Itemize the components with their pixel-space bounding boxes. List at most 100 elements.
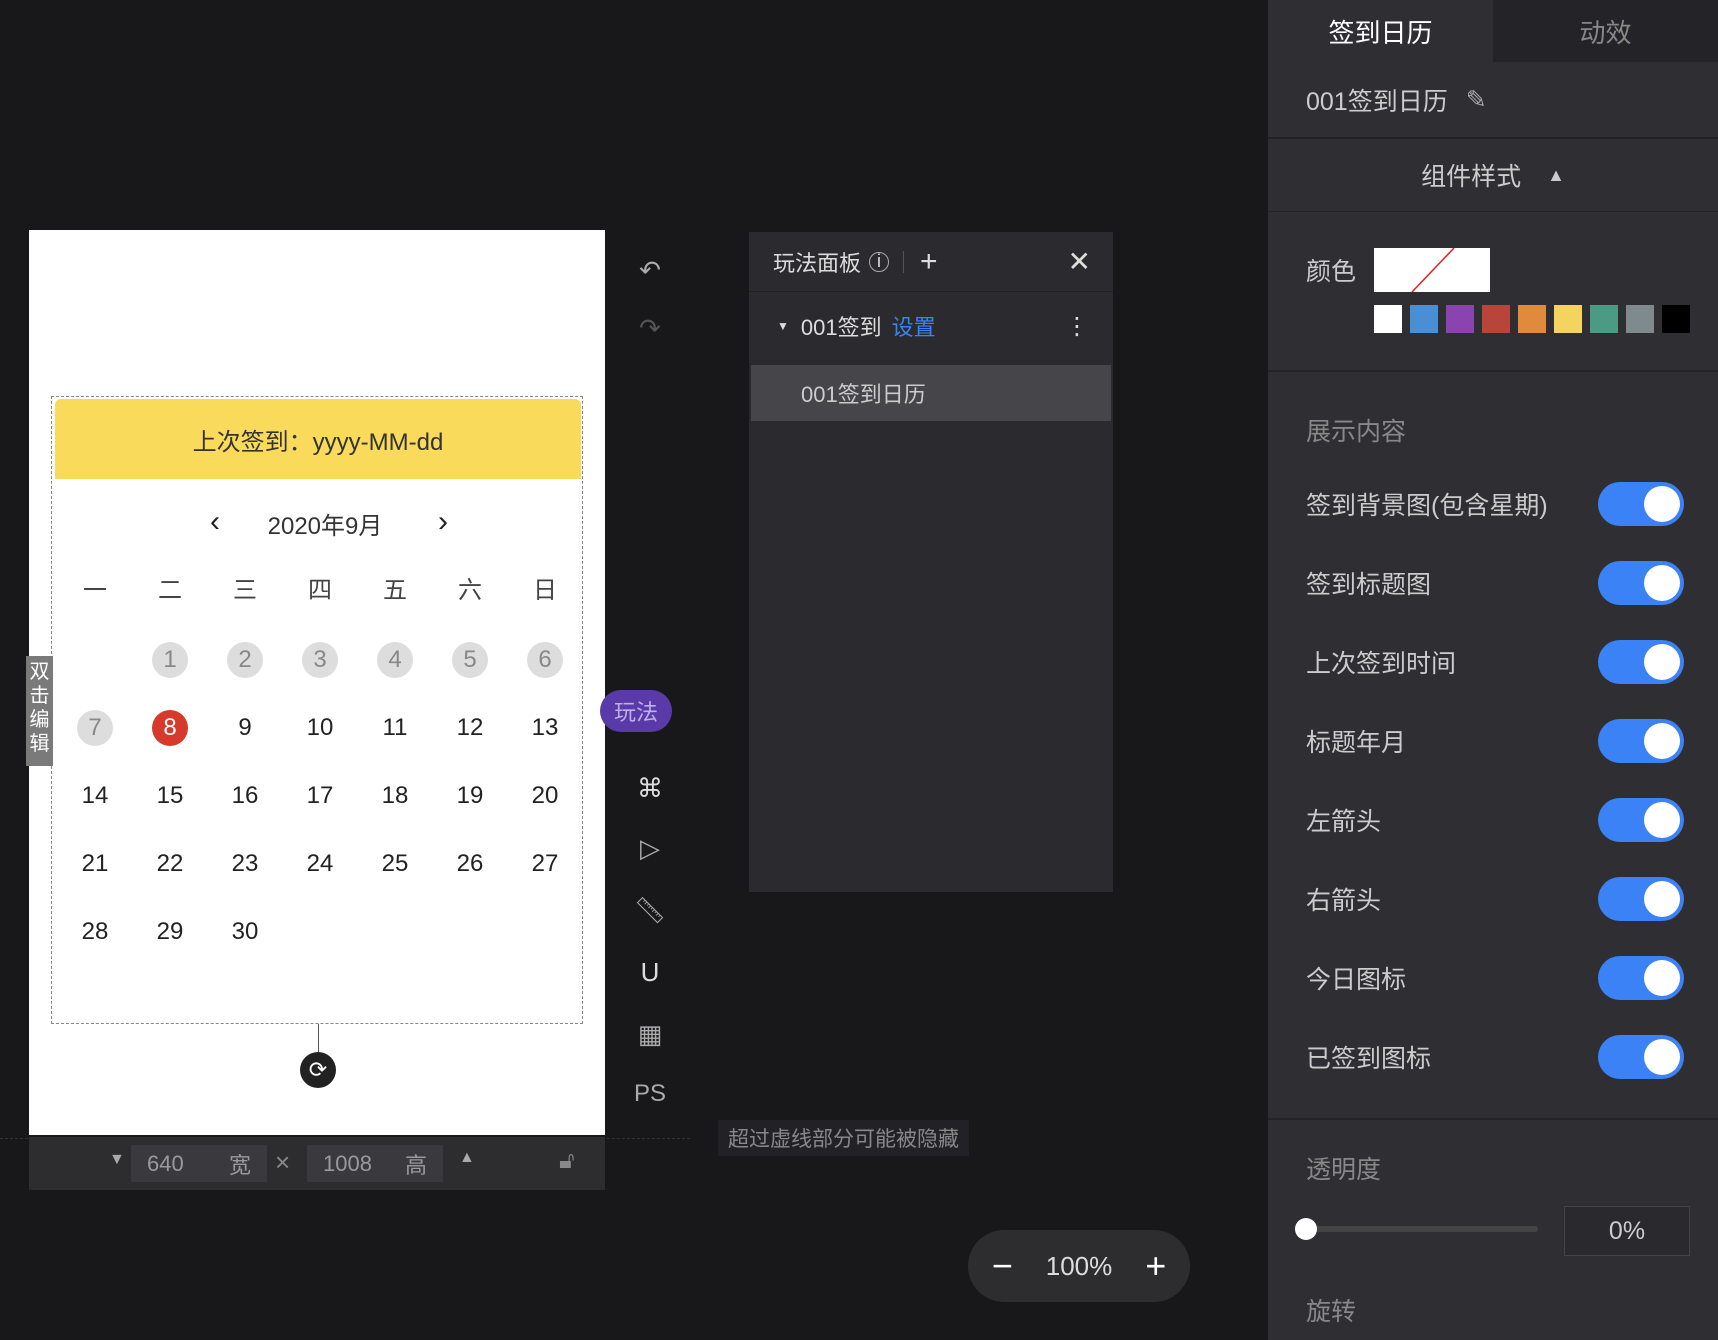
today-day-cell[interactable]: 8 [140, 708, 200, 748]
ps-tool[interactable]: PS [625, 1074, 675, 1114]
overflow-hint: 超过虚线部分可能被隐藏 [718, 1120, 969, 1156]
zoom-control: − 100% + [968, 1230, 1190, 1302]
opacity-input[interactable]: 0% [1564, 1206, 1690, 1256]
more-icon[interactable]: ⋮ [1065, 312, 1089, 341]
toggle-knob [1644, 723, 1680, 759]
header-divider [903, 250, 905, 273]
day-cell[interactable]: 26 [440, 844, 500, 884]
canvas-area: 上次签到：yyyy-MM-dd ‹ 2020年9月 › 一二三四五六日 1234… [0, 0, 1268, 1340]
toggle-switch[interactable] [1598, 482, 1684, 526]
day-cell[interactable]: 1 [140, 640, 200, 680]
day-cell[interactable]: 21 [65, 844, 125, 884]
day-cell[interactable]: 2 [215, 640, 275, 680]
close-icon[interactable]: ✕ [1068, 245, 1091, 278]
day-number: 10 [306, 714, 334, 741]
day-cell[interactable]: 4 [365, 640, 425, 680]
component-style-header[interactable]: 组件样式 ▲ [1268, 139, 1718, 211]
day-cell[interactable]: 27 [515, 844, 575, 884]
day-cell[interactable]: 14 [65, 776, 125, 816]
ruler-icon[interactable]: 📏︎ [625, 890, 675, 930]
undo-icon[interactable]: ↶ [625, 250, 675, 290]
day-cell[interactable]: 13 [515, 708, 575, 748]
play-item[interactable]: ▼ 001签到 设置 ⋮ [749, 292, 1113, 360]
color-picker-none[interactable] [1374, 248, 1490, 292]
collapse-caret-icon[interactable]: ▼ [777, 319, 789, 333]
day-cell[interactable]: 28 [65, 912, 125, 952]
day-cell[interactable]: 19 [440, 776, 500, 816]
day-cell[interactable]: 5 [440, 640, 500, 680]
day-number: 23 [231, 850, 259, 877]
day-cell[interactable]: 11 [365, 708, 425, 748]
day-cell[interactable]: 10 [290, 708, 350, 748]
day-cell[interactable]: 23 [215, 844, 275, 884]
toggle-switch[interactable] [1598, 877, 1684, 921]
day-cell[interactable]: 3 [290, 640, 350, 680]
day-number: 15 [156, 782, 184, 809]
day-cell[interactable]: 29 [140, 912, 200, 952]
day-cell[interactable]: 15 [140, 776, 200, 816]
play-icon[interactable]: ▷ [625, 828, 675, 868]
edit-pencil-icon[interactable]: ✎ [1466, 85, 1487, 115]
component-style-title: 组件样式 [1421, 163, 1522, 191]
day-cell[interactable]: 12 [440, 708, 500, 748]
day-cell[interactable]: 16 [215, 776, 275, 816]
day-cell[interactable]: 9 [215, 708, 275, 748]
collapse-up-icon[interactable]: ▲ [1547, 165, 1565, 186]
play-tag[interactable]: 玩法 [600, 690, 672, 732]
play-item-settings-link[interactable]: 设置 [892, 310, 936, 342]
color-swatch[interactable] [1410, 305, 1438, 333]
toggle-switch[interactable] [1598, 798, 1684, 842]
command-icon[interactable]: ⌘ [625, 768, 675, 808]
color-swatch[interactable] [1446, 305, 1474, 333]
toggle-switch[interactable] [1598, 640, 1684, 684]
color-swatch[interactable] [1662, 305, 1690, 333]
lock-icon[interactable]: 🔓︎ [559, 1147, 575, 1175]
day-cell[interactable]: 20 [515, 776, 575, 816]
day-number: 18 [381, 782, 409, 809]
magnet-icon[interactable]: U [625, 952, 675, 992]
toggle-switch[interactable] [1598, 561, 1684, 605]
color-swatch[interactable] [1590, 305, 1618, 333]
opacity-label: 透明度 [1306, 1156, 1382, 1184]
day-number: 24 [306, 850, 334, 877]
opacity-slider-knob[interactable] [1295, 1218, 1317, 1240]
double-click-edit-tag[interactable]: 双击编辑 [26, 656, 53, 766]
rotate-icon[interactable]: ⟳ [300, 1052, 336, 1088]
day-cell[interactable]: 6 [515, 640, 575, 680]
height-field[interactable]: 1008 高 [307, 1145, 443, 1182]
color-swatch[interactable] [1554, 305, 1582, 333]
toggle-switch[interactable] [1598, 719, 1684, 763]
color-swatch[interactable] [1482, 305, 1510, 333]
day-cell[interactable]: 24 [290, 844, 350, 884]
zoom-out-button[interactable]: − [977, 1245, 1027, 1287]
prev-month-arrow-icon[interactable]: ‹ [193, 500, 237, 544]
day-cell[interactable]: 17 [290, 776, 350, 816]
add-icon[interactable]: + [920, 245, 938, 279]
day-cell[interactable]: 18 [365, 776, 425, 816]
day-number: 7 [77, 710, 113, 746]
info-icon[interactable]: i [869, 251, 890, 272]
day-cell[interactable]: 22 [140, 844, 200, 884]
width-field[interactable]: 640 宽 [131, 1145, 267, 1182]
size-collapse-icon[interactable]: ▲ [459, 1149, 475, 1167]
play-child-item[interactable]: 001签到日历 [751, 365, 1111, 421]
day-number: 3 [302, 642, 338, 678]
component-name-row: 001签到日历 ✎ [1268, 62, 1718, 138]
toggle-switch[interactable] [1598, 1035, 1684, 1079]
tab-sign-calendar[interactable]: 签到日历 [1268, 0, 1493, 62]
zoom-in-button[interactable]: + [1131, 1245, 1181, 1287]
day-cell[interactable]: 25 [365, 844, 425, 884]
tab-animation[interactable]: 动效 [1493, 0, 1718, 62]
size-dropdown-icon[interactable]: ▼ [109, 1151, 125, 1169]
height-value: 1008 [323, 1150, 372, 1176]
color-swatch[interactable] [1518, 305, 1546, 333]
day-cell[interactable]: 7 [65, 708, 125, 748]
redo-icon[interactable]: ↷ [625, 308, 675, 348]
opacity-slider-track[interactable] [1306, 1226, 1538, 1232]
next-month-arrow-icon[interactable]: › [421, 500, 465, 544]
toggle-switch[interactable] [1598, 956, 1684, 1000]
grid-icon[interactable]: ▦ [625, 1014, 675, 1054]
color-swatch[interactable] [1374, 305, 1402, 333]
color-swatch[interactable] [1626, 305, 1654, 333]
day-cell[interactable]: 30 [215, 912, 275, 952]
